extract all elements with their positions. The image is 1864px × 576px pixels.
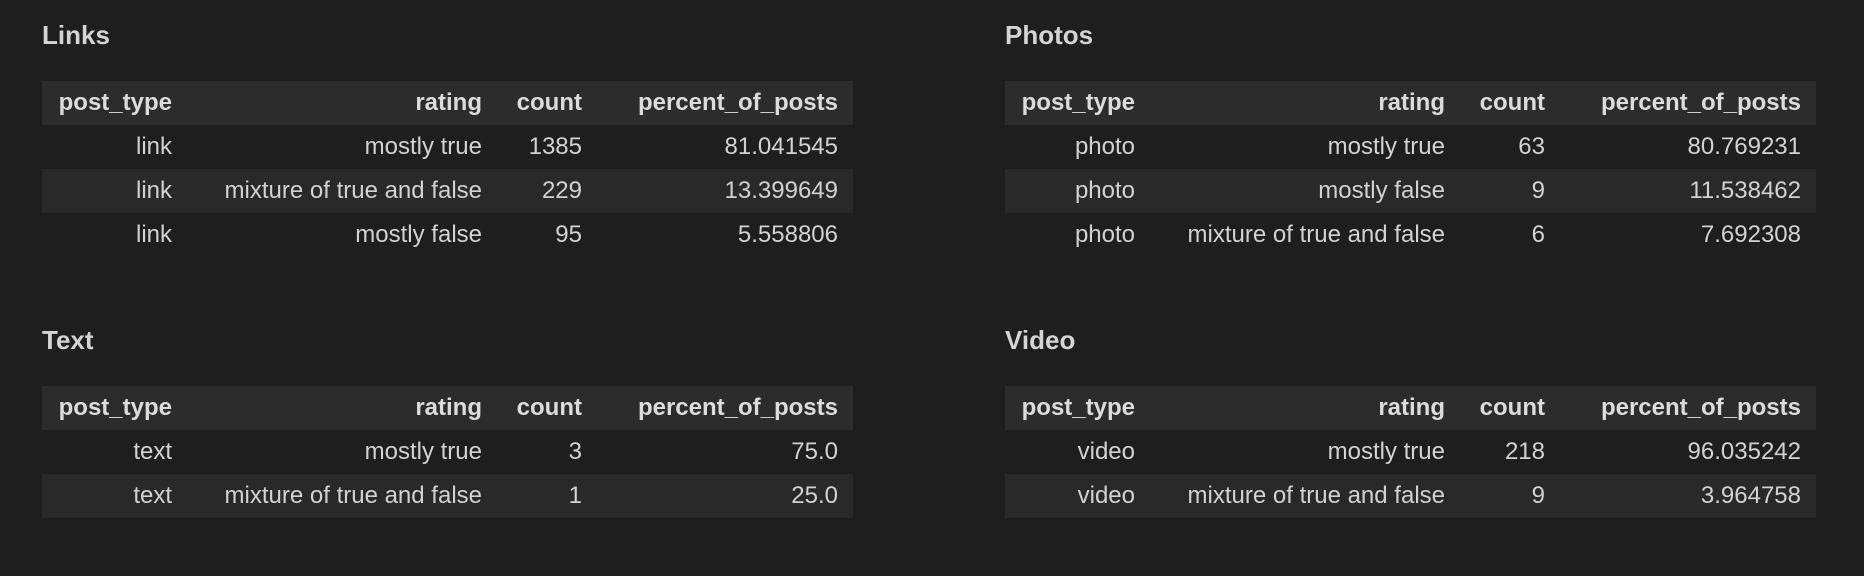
column-header-percent-of-posts: percent_of_posts — [637, 89, 838, 116]
column-header-post-type: post_type — [1021, 89, 1135, 116]
cell-rating: mostly false — [1318, 177, 1445, 204]
cell-post-type: photo — [1074, 177, 1135, 204]
cell-post-type: text — [133, 438, 172, 465]
cell-count: 218 — [1504, 438, 1545, 465]
cell-percent-of-posts: 7.692308 — [1700, 221, 1801, 248]
column-header-count: count — [516, 89, 582, 116]
cell-rating: mostly true — [364, 133, 482, 160]
cell-rating: mixture of true and false — [1187, 221, 1445, 248]
table-row: link mostly false 95 5.558806 — [42, 213, 853, 257]
cell-percent-of-posts: 13.399649 — [724, 177, 838, 204]
panel-title: Links — [42, 20, 110, 50]
cell-rating: mostly true — [1327, 133, 1445, 160]
photos-table: post_type rating count percent_of_posts … — [1005, 81, 1816, 257]
column-header-count: count — [516, 394, 582, 421]
table-row: video mostly true 218 96.035242 — [1005, 430, 1816, 474]
column-header-rating: rating — [415, 89, 482, 116]
column-header-count: count — [1479, 394, 1545, 421]
table-row: photo mostly true 63 80.769231 — [1005, 125, 1816, 169]
video-panel: Video post_type rating count percent_of_… — [997, 305, 1816, 545]
cell-post-type: photo — [1074, 133, 1135, 160]
cell-rating: mixture of true and false — [224, 482, 482, 509]
cell-count: 3 — [568, 438, 582, 465]
table-header-row: post_type rating count percent_of_posts — [42, 386, 853, 430]
column-header-percent-of-posts: percent_of_posts — [1600, 89, 1801, 116]
cell-count: 1 — [568, 482, 582, 509]
column-header-percent-of-posts: percent_of_posts — [637, 394, 838, 421]
cell-count: 1385 — [528, 133, 582, 160]
column-header-rating: rating — [415, 394, 482, 421]
photos-panel: Photos post_type rating count percent_of… — [997, 0, 1816, 280]
column-header-rating: rating — [1378, 394, 1445, 421]
links-table: post_type rating count percent_of_posts … — [42, 81, 853, 257]
cell-post-type: photo — [1074, 221, 1135, 248]
panel-title: Video — [1005, 325, 1076, 355]
cell-percent-of-posts: 5.558806 — [737, 221, 838, 248]
cell-rating: mostly false — [355, 221, 482, 248]
cell-count: 6 — [1531, 221, 1545, 248]
cell-post-type: link — [135, 221, 172, 248]
video-table: post_type rating count percent_of_posts … — [1005, 386, 1816, 518]
column-header-post-type: post_type — [58, 394, 172, 421]
cell-rating: mixture of true and false — [224, 177, 482, 204]
column-header-rating: rating — [1378, 89, 1445, 116]
cell-percent-of-posts: 3.964758 — [1700, 482, 1801, 509]
cell-percent-of-posts: 81.041545 — [724, 133, 838, 160]
cell-rating: mixture of true and false — [1187, 482, 1445, 509]
cell-post-type: video — [1077, 482, 1135, 509]
cell-post-type: text — [133, 482, 172, 509]
cell-count: 9 — [1531, 177, 1545, 204]
cell-percent-of-posts: 96.035242 — [1687, 438, 1801, 465]
links-panel: Links post_type rating count percent_of_… — [34, 0, 853, 280]
cell-post-type: video — [1077, 438, 1135, 465]
cell-rating: mostly true — [1327, 438, 1445, 465]
column-header-percent-of-posts: percent_of_posts — [1600, 394, 1801, 421]
panel-title: Photos — [1005, 20, 1094, 50]
cell-post-type: link — [135, 177, 172, 204]
cell-count: 63 — [1518, 133, 1545, 160]
table-header-row: post_type rating count percent_of_posts — [42, 81, 853, 125]
text-panel: Text post_type rating count percent_of_p… — [34, 305, 853, 545]
cell-count: 229 — [541, 177, 582, 204]
cell-rating: mostly true — [364, 438, 482, 465]
column-header-count: count — [1479, 89, 1545, 116]
cell-percent-of-posts: 11.538462 — [1689, 177, 1801, 204]
table-row: text mostly true 3 75.0 — [42, 430, 853, 474]
cell-count: 9 — [1531, 482, 1545, 509]
cell-percent-of-posts: 75.0 — [791, 438, 838, 465]
table-row: video mixture of true and false 9 3.9647… — [1005, 474, 1816, 518]
column-header-post-type: post_type — [58, 89, 172, 116]
text-table: post_type rating count percent_of_posts … — [42, 386, 853, 518]
table-row: link mostly true 1385 81.041545 — [42, 125, 853, 169]
table-header-row: post_type rating count percent_of_posts — [1005, 81, 1816, 125]
column-header-post-type: post_type — [1021, 394, 1135, 421]
table-row: photo mostly false 9 11.538462 — [1005, 169, 1816, 213]
table-row: link mixture of true and false 229 13.39… — [42, 169, 853, 213]
cell-percent-of-posts: 25.0 — [791, 482, 838, 509]
table-row: photo mixture of true and false 6 7.6923… — [1005, 213, 1816, 257]
table-row: text mixture of true and false 1 25.0 — [42, 474, 853, 518]
cell-post-type: link — [135, 133, 172, 160]
cell-percent-of-posts: 80.769231 — [1687, 133, 1801, 160]
cell-count: 95 — [555, 221, 582, 248]
table-header-row: post_type rating count percent_of_posts — [1005, 386, 1816, 430]
panel-title: Text — [42, 325, 94, 355]
